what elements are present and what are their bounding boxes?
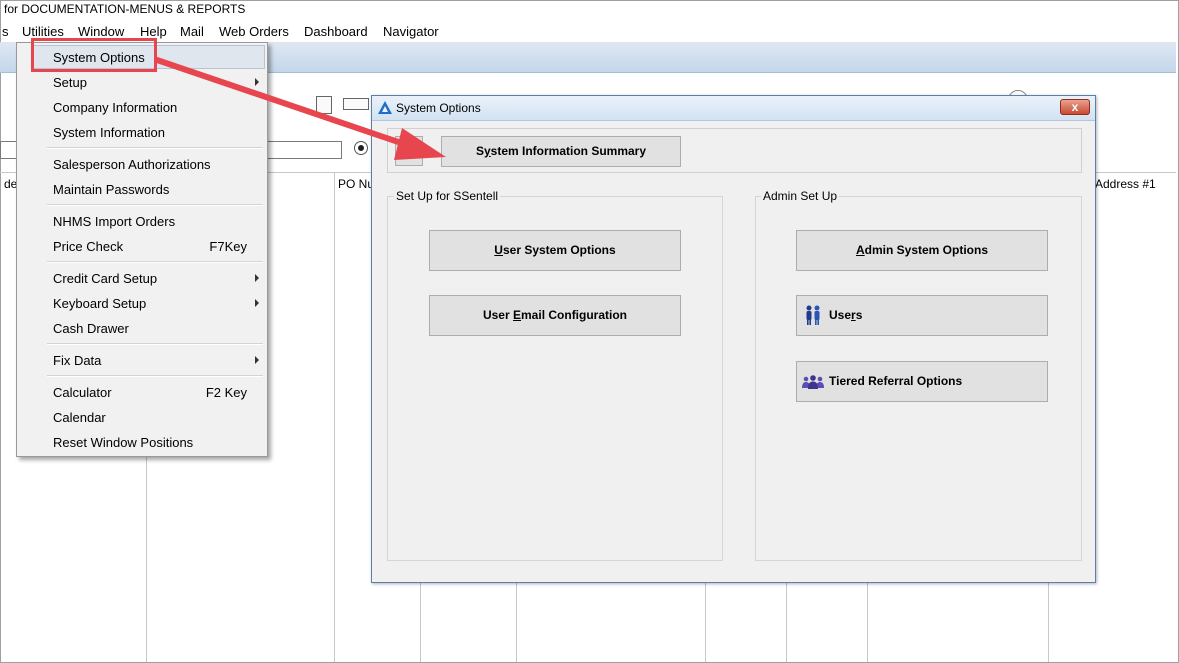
menu-item-fix-data[interactable]: Fix Data — [53, 353, 101, 368]
close-button[interactable]: x — [1060, 99, 1090, 115]
menu-item-reset-window-positions[interactable]: Reset Window Positions — [53, 435, 193, 450]
grid-column-line — [786, 580, 787, 662]
menu-item-nhms-import-orders[interactable]: NHMS Import Orders — [53, 214, 175, 229]
group-people-icon — [802, 375, 824, 389]
menu-item-price-check[interactable]: Price Check — [53, 239, 123, 254]
close-icon: x — [1071, 100, 1079, 114]
button-label: dmin System Options — [864, 243, 989, 257]
button-label: S — [475, 144, 484, 158]
submenu-arrow-icon — [255, 274, 259, 282]
button-label: Use — [829, 308, 852, 322]
button-mnemonic: E — [513, 308, 522, 322]
button-label: stem Information Summary — [490, 144, 647, 158]
menu-item-keyboard-setup[interactable]: Keyboard Setup — [53, 296, 146, 311]
button-label: s — [855, 308, 863, 322]
grid-column-line — [334, 172, 335, 662]
grid-column-line — [516, 580, 517, 662]
menu-separator — [47, 261, 263, 263]
system-information-summary-button[interactable]: System Information Summary — [441, 136, 681, 167]
menu-separator — [47, 204, 263, 206]
dialog-title: System Options — [396, 101, 481, 115]
button-label: User — [482, 308, 513, 322]
tiered-referral-options-label: Tiered Referral Options — [829, 374, 963, 388]
menubar-item-dashboard[interactable]: Dashboard — [304, 24, 368, 39]
button-label: ser System Options — [502, 243, 616, 257]
menu-separator — [47, 147, 263, 149]
utilities-menu: System Options Setup Company Information… — [16, 42, 268, 457]
admin-system-options-button[interactable]: Admin System Options — [796, 230, 1048, 271]
dialog-titlebar[interactable]: System Options x — [372, 96, 1095, 121]
user-email-configuration-button[interactable]: User Email Configuration — [429, 295, 681, 336]
grid-column-line — [420, 580, 421, 662]
submenu-arrow-icon — [255, 356, 259, 364]
back-button[interactable] — [395, 136, 423, 166]
users-button-label: Users — [829, 296, 862, 335]
grid-column-line — [867, 580, 868, 662]
grid-column-line — [1048, 580, 1049, 662]
menu-item-system-information[interactable]: System Information — [53, 125, 165, 140]
menu-item-cash-drawer[interactable]: Cash Drawer — [53, 321, 129, 336]
button-mnemonic: y — [483, 144, 491, 158]
user-system-options-button[interactable]: User System Options — [429, 230, 681, 271]
menu-item-company-information[interactable]: Company Information — [53, 100, 177, 115]
window-title: for DOCUMENTATION-MENUS & REPORTS — [4, 2, 246, 16]
menubar-item-window[interactable]: Window — [78, 24, 124, 39]
button-mnemonic: A — [855, 243, 865, 257]
menu-accelerator-price-check: F7Key — [209, 239, 247, 254]
menu-item-calculator[interactable]: Calculator — [53, 385, 112, 400]
menu-accelerator-calculator: F2 Key — [205, 385, 247, 400]
menu-item-salesperson-authorizations[interactable]: Salesperson Authorizations — [53, 157, 211, 172]
menu-item-setup[interactable]: Setup — [53, 75, 87, 90]
arrow-left-icon — [401, 144, 417, 158]
button-label: mail Configuration — [521, 308, 628, 322]
column-header-po[interactable]: PO Nu — [338, 177, 374, 191]
menu-separator — [47, 375, 263, 377]
column-header-address[interactable]: Address #1 — [1095, 177, 1156, 191]
menubar: s Utilities Window Help Mail Web Orders … — [0, 22, 1176, 43]
menubar-item-utilities[interactable]: Utilities — [22, 24, 64, 39]
button-mnemonic: U — [494, 243, 503, 257]
menubar-item-s[interactable]: s — [2, 24, 9, 39]
highlight-annotation-box — [31, 38, 157, 72]
radio-option[interactable] — [354, 141, 368, 155]
menu-separator — [47, 343, 263, 345]
tiered-referral-options-button[interactable]: Tiered Referral Options — [796, 361, 1048, 402]
setup-group-label: Set Up for SSentell — [394, 189, 501, 203]
menu-item-credit-card-setup[interactable]: Credit Card Setup — [53, 271, 157, 286]
menubar-item-web-orders[interactable]: Web Orders — [219, 24, 289, 39]
grid-column-line — [705, 580, 706, 662]
system-options-dialog: System Options x System Information Summ… — [371, 95, 1096, 583]
menu-item-maintain-passwords[interactable]: Maintain Passwords — [53, 182, 169, 197]
users-button[interactable]: Users — [796, 295, 1048, 336]
submenu-arrow-icon — [255, 299, 259, 307]
keyboard-icon[interactable] — [343, 98, 369, 110]
menu-item-calendar[interactable]: Calendar — [53, 410, 106, 425]
document-icon[interactable] — [316, 96, 332, 114]
users-icon — [806, 305, 820, 325]
admin-group-label: Admin Set Up — [761, 189, 840, 203]
app-logo-icon — [378, 101, 392, 114]
submenu-arrow-icon — [255, 78, 259, 86]
menubar-item-mail[interactable]: Mail — [180, 24, 204, 39]
menubar-item-navigator[interactable]: Navigator — [383, 24, 439, 39]
menubar-item-help[interactable]: Help — [140, 24, 167, 39]
